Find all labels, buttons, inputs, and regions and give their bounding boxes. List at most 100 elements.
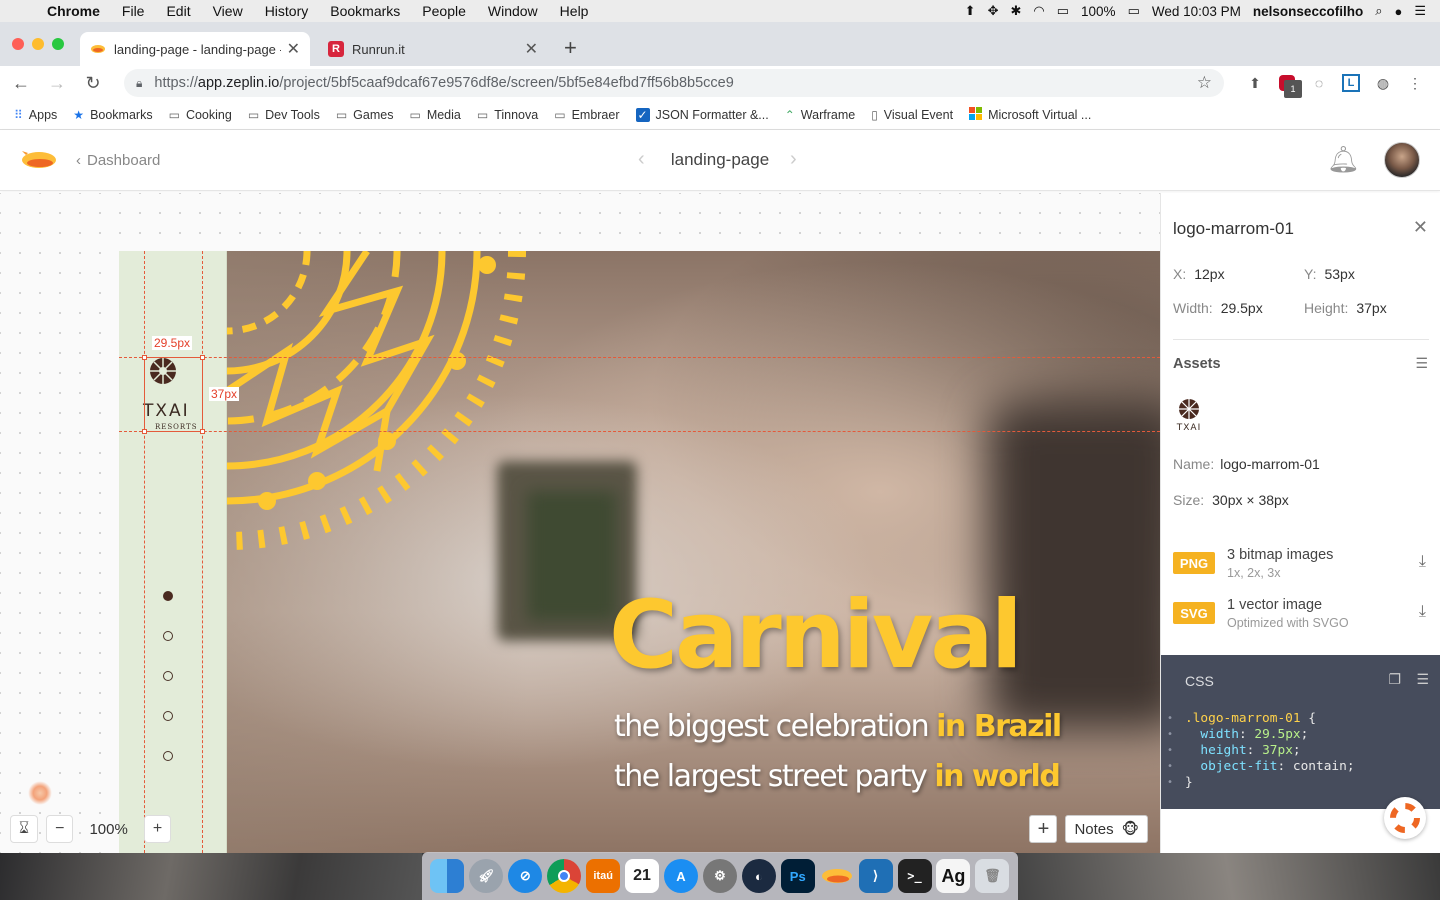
siri-icon[interactable]: ●	[1394, 4, 1402, 19]
lock-icon[interactable]: 🔒︎	[136, 76, 142, 91]
zoom-in-button[interactable]: +	[143, 815, 172, 843]
slider-dot[interactable]	[163, 631, 173, 641]
spotlight-search-icon[interactable]: ⌕	[1375, 3, 1382, 19]
extension-circle-icon[interactable]: ◌	[1310, 74, 1328, 92]
menu-edit[interactable]: Edit	[155, 3, 201, 19]
sourcetree-icon[interactable]: ◐	[741, 859, 776, 893]
selected-layer-box[interactable]	[142, 355, 205, 434]
help-lifebuoy-icon[interactable]	[1384, 797, 1426, 839]
trash-icon[interactable]: 🗑︎	[975, 859, 1010, 893]
tab-runrun[interactable]: R Runrun.it ✕	[318, 32, 548, 66]
bookmark-apps[interactable]: ⠿ Apps	[14, 108, 57, 122]
slider-dot-active[interactable]	[163, 591, 173, 601]
artboard[interactable]: TXAI RESORTS Carnival the biggest celebr…	[119, 251, 1160, 853]
bookmark-cooking[interactable]: ▭ Cooking	[169, 108, 232, 122]
finder-icon[interactable]	[430, 859, 465, 893]
menu-file[interactable]: File	[111, 3, 156, 19]
name-value[interactable]: logo-marrom-01	[1220, 456, 1320, 472]
next-screen-icon[interactable]: ›	[790, 148, 797, 171]
y-value[interactable]: 53px	[1324, 266, 1354, 282]
bookmark-bookmarks[interactable]: ★ Bookmarks	[73, 108, 152, 122]
previous-screen-icon[interactable]: ‹	[638, 148, 645, 171]
bookmark-star-icon[interactable]: ☆	[1197, 73, 1212, 93]
wifi-icon[interactable]: ◠	[1033, 3, 1044, 19]
slider-dot[interactable]	[163, 671, 173, 681]
zoom-window-button[interactable]	[52, 38, 64, 50]
zoom-out-button[interactable]: −	[46, 815, 74, 843]
battery-icon[interactable]: ▭	[1128, 3, 1140, 19]
hourglass-icon[interactable]: ⌛︎	[10, 815, 39, 843]
menu-window[interactable]: Window	[477, 3, 549, 19]
close-tab-icon[interactable]: ✕	[525, 39, 538, 59]
bookmark-json-formatter[interactable]: ✓ JSON Formatter &...	[635, 107, 769, 122]
css-settings-icon[interactable]: ☰	[1416, 671, 1429, 688]
width-value[interactable]: 29.5px	[1221, 300, 1263, 316]
height-value[interactable]: 37px	[1356, 300, 1386, 316]
forward-arrow-icon[interactable]: →	[46, 73, 68, 94]
itau-icon[interactable]: itaú	[586, 859, 621, 893]
menu-people[interactable]: People	[411, 3, 477, 19]
calendar-icon[interactable]: 21	[625, 859, 660, 893]
launchpad-icon[interactable]: 🚀︎	[469, 859, 504, 893]
x-value[interactable]: 12px	[1194, 266, 1224, 282]
back-arrow-icon[interactable]: ←	[10, 73, 32, 94]
notification-center-icon[interactable]: ☰	[1414, 3, 1426, 19]
battery-percent[interactable]: 100%	[1081, 4, 1116, 19]
assets-settings-icon[interactable]: ☰	[1415, 355, 1428, 372]
download-svg-icon[interactable]: ⤓	[1419, 603, 1426, 621]
user-avatar[interactable]	[1384, 142, 1420, 178]
copy-icon[interactable]: ❐	[1388, 671, 1401, 688]
close-icon[interactable]: ✕	[1413, 217, 1428, 238]
safari-icon[interactable]: ⊘	[508, 859, 543, 893]
menubar-clock[interactable]: Wed 10:03 PM	[1152, 4, 1241, 19]
system-preferences-icon[interactable]: ⚙	[702, 859, 737, 893]
extension-upload-icon[interactable]: ⬆	[1246, 74, 1264, 92]
font-book-icon[interactable]: Ag	[936, 859, 971, 893]
upload-status-icon[interactable]: ⬆	[965, 3, 976, 19]
back-to-dashboard-link[interactable]: ‹ Dashboard	[76, 152, 160, 169]
close-window-button[interactable]	[12, 38, 24, 50]
menu-bookmarks[interactable]: Bookmarks	[319, 3, 411, 19]
bookmark-warframe[interactable]: ⌃ Warframe	[785, 108, 855, 122]
slider-dot[interactable]	[163, 711, 173, 721]
tab-landing-page[interactable]: landing-page - landing-page - ✕	[80, 32, 310, 66]
menu-help[interactable]: Help	[549, 3, 600, 19]
notes-button[interactable]: Notes 🐵︎	[1065, 815, 1148, 843]
new-tab-icon[interactable]: +	[564, 35, 577, 61]
bookmark-dev-tools[interactable]: ▭ Dev Tools	[248, 108, 320, 122]
bluetooth-icon[interactable]: ✱	[1010, 3, 1021, 19]
address-bar[interactable]: 🔒︎ https:// app.zeplin.io /project/5bf5c…	[124, 69, 1224, 97]
bookmark-tinnova[interactable]: ▭ Tinnova	[477, 108, 538, 122]
chrome-icon[interactable]	[547, 859, 582, 893]
photoshop-icon[interactable]: Ps	[780, 859, 815, 893]
menu-app-name[interactable]: Chrome	[36, 3, 111, 19]
menu-view[interactable]: View	[202, 3, 254, 19]
download-png-icon[interactable]: ⤓	[1419, 553, 1426, 571]
chrome-menu-icon[interactable]: ⋮	[1406, 74, 1424, 92]
accessibility-icon[interactable]: ✥	[988, 3, 999, 19]
bookmark-games[interactable]: ▭ Games	[336, 108, 394, 122]
zeplin-icon[interactable]	[820, 859, 854, 893]
notifications-bell-icon[interactable]: 🔔︎	[1327, 144, 1360, 175]
slider-dot[interactable]	[163, 751, 173, 761]
reload-icon[interactable]: ↻	[82, 73, 104, 94]
design-canvas[interactable]: TXAI RESORTS Carnival the biggest celebr…	[0, 193, 1160, 853]
add-note-button[interactable]: +	[1029, 815, 1058, 843]
close-tab-icon[interactable]: ✕	[287, 39, 300, 59]
adblock-plus-icon[interactable]: 1	[1278, 74, 1302, 98]
bookmark-media[interactable]: ▭ Media	[409, 108, 460, 122]
bookmark-embraer[interactable]: ▭ Embraer	[554, 108, 619, 122]
linkedin-extension-icon[interactable]: L	[1342, 74, 1360, 92]
asset-thumbnail[interactable]: TXAI	[1173, 397, 1205, 437]
zeplin-logo-icon[interactable]	[20, 145, 58, 175]
bookmark-visual-event[interactable]: ▯ Visual Event	[871, 108, 953, 122]
menubar-user[interactable]: nelsonseccofilho	[1253, 4, 1363, 19]
vscode-icon[interactable]: ⟩	[858, 859, 893, 893]
minimize-window-button[interactable]	[32, 38, 44, 50]
bookmark-microsoft-virtual[interactable]: Microsoft Virtual ...	[969, 106, 1091, 123]
css-code[interactable]: .logo-marrom-01 { width: 29.5px; height:…	[1185, 711, 1355, 791]
terminal-icon[interactable]: >_	[897, 859, 932, 893]
profile-extension-icon[interactable]: ◍	[1374, 74, 1392, 92]
app-store-icon[interactable]: A	[663, 859, 698, 893]
menu-history[interactable]: History	[254, 3, 320, 19]
